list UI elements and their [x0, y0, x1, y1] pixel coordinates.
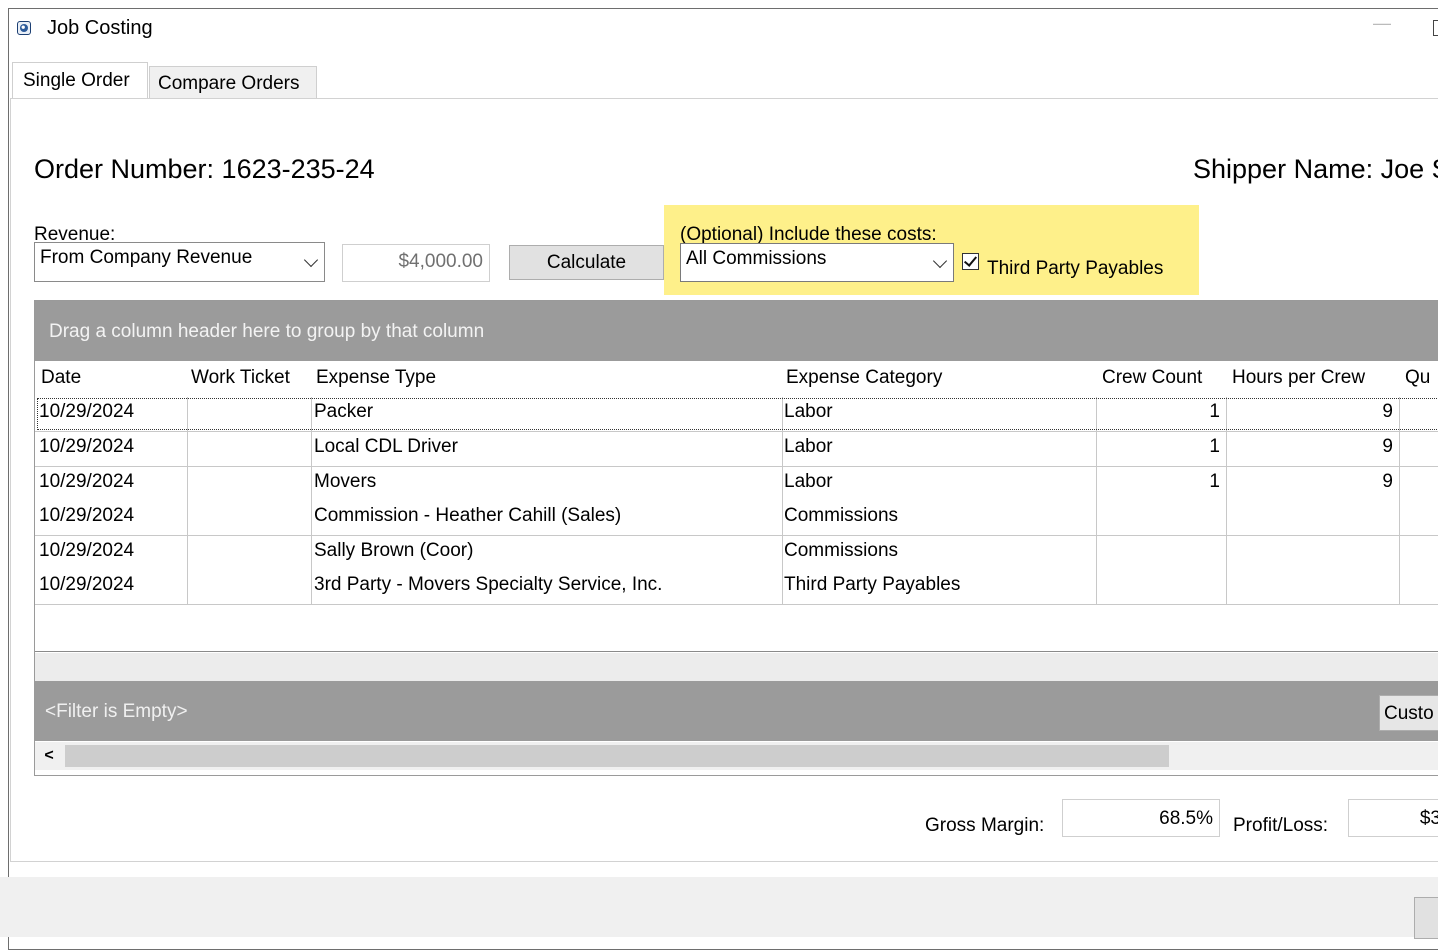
title-bar: Job Costing — [9, 9, 1438, 47]
cell-expense-type: Commission - Heather Cahill (Sales) [314, 505, 622, 526]
column-divider [1226, 397, 1227, 605]
cell-work-ticket [187, 501, 310, 535]
chevron-down-icon [932, 253, 948, 269]
table-row[interactable]: 10/29/2024 Local CDL Driver Labor 1 9 [35, 432, 1438, 467]
grid-divider [35, 651, 1438, 652]
cell-date: 10/29/2024 [39, 574, 135, 595]
revenue-source-dropdown[interactable]: From Company Revenue [34, 242, 325, 282]
column-header-work-ticket[interactable]: Work Ticket [191, 367, 290, 389]
cell-expense-type: 3rd Party - Movers Specialty Service, In… [314, 574, 663, 595]
cell-crew-count [1096, 570, 1226, 604]
cell-date: 10/29/2024 [39, 401, 135, 422]
group-by-panel[interactable]: Drag a column header here to group by th… [35, 301, 1438, 361]
cell-hours-per-crew: 9 [1382, 401, 1393, 422]
cell-hours-per-crew [1226, 536, 1399, 570]
cell-work-ticket [187, 570, 310, 604]
commissions-dropdown[interactable]: All Commissions [680, 243, 954, 282]
cell-expense-type: Sally Brown (Coor) [314, 540, 474, 561]
horizontal-scrollbar[interactable]: < [35, 742, 1438, 770]
cell-date: 10/29/2024 [39, 471, 135, 492]
calculate-button[interactable]: Calculate [509, 245, 664, 280]
cell-expense-category: Labor [784, 436, 833, 457]
cell-hours-per-crew: 9 [1382, 436, 1393, 457]
cell-expense-type: Local CDL Driver [314, 436, 458, 457]
cell-hours-per-crew: 9 [1382, 471, 1393, 492]
cell-date: 10/29/2024 [39, 540, 135, 561]
cell-expense-category: Third Party Payables [784, 574, 961, 595]
cell-expense-category: Labor [784, 401, 833, 422]
column-header-hours-per-crew[interactable]: Hours per Crew [1232, 367, 1365, 389]
cell-date: 10/29/2024 [39, 436, 135, 457]
order-number: Order Number: 1623-235-24 [34, 154, 375, 184]
cell-work-ticket [187, 467, 310, 501]
cell-date: 10/29/2024 [39, 505, 135, 526]
column-header-quantity[interactable]: Qu [1405, 367, 1430, 389]
shipper-name: Shipper Name: Joe S [1193, 154, 1438, 184]
tab-single-order[interactable]: Single Order [12, 62, 148, 102]
table-row[interactable]: 10/29/2024 3rd Party - Movers Specialty … [35, 570, 1438, 605]
profit-loss-label: Profit/Loss: [1233, 815, 1329, 836]
column-divider [1399, 397, 1400, 605]
app-icon [17, 21, 31, 35]
column-header-crew-count[interactable]: Crew Count [1102, 367, 1202, 389]
column-divider [187, 397, 188, 605]
table-row[interactable]: 10/29/2024 Packer Labor 1 9 [35, 397, 1438, 432]
grid-header-row: Date Work Ticket Expense Type Expense Ca… [35, 361, 1438, 398]
column-header-expense-type[interactable]: Expense Type [316, 367, 436, 389]
cell-work-ticket [187, 397, 310, 431]
customize-button[interactable]: Custo [1379, 695, 1438, 731]
third-party-payables-label[interactable]: Third Party Payables [987, 258, 1163, 280]
third-party-payables-checkbox[interactable] [962, 253, 979, 270]
scrollbar-thumb[interactable] [65, 745, 1169, 767]
cell-crew-count: 1 [1209, 436, 1220, 457]
cell-expense-type: Packer [314, 401, 374, 422]
column-divider [311, 397, 312, 605]
cell-expense-category: Commissions [784, 540, 899, 561]
cell-expense-type: Movers [314, 471, 377, 492]
minimize-icon[interactable]: — [1373, 13, 1391, 34]
column-header-expense-category[interactable]: Expense Category [786, 367, 942, 389]
profit-loss-field: $3 [1348, 799, 1438, 837]
commissions-value: All Commissions [686, 248, 827, 269]
gross-margin-label: Gross Margin: [925, 815, 1045, 836]
scroll-left-arrow-icon[interactable]: < [37, 744, 61, 768]
window-title: Job Costing [47, 17, 153, 39]
cell-crew-count [1096, 536, 1226, 570]
footer-band [35, 653, 1438, 681]
cell-crew-count: 1 [1209, 471, 1220, 492]
revenue-amount-field[interactable]: $4,000.00 [342, 244, 490, 282]
tab-compare-orders[interactable]: Compare Orders [149, 66, 317, 100]
column-header-date[interactable]: Date [41, 367, 81, 389]
cell-expense-category: Labor [784, 471, 833, 492]
cell-crew-count [1096, 501, 1226, 535]
window-footer [0, 877, 1438, 939]
cell-hours-per-crew [1226, 501, 1399, 535]
column-divider [1096, 397, 1097, 605]
gross-margin-field: 68.5% [1062, 799, 1220, 837]
filter-panel: <Filter is Empty> Custo [35, 681, 1438, 741]
maximize-icon[interactable] [1433, 20, 1438, 36]
revenue-source-value: From Company Revenue [40, 247, 253, 268]
cell-work-ticket [187, 432, 310, 466]
column-divider [782, 397, 783, 605]
cell-crew-count: 1 [1209, 401, 1220, 422]
filter-status[interactable]: <Filter is Empty> [45, 701, 188, 723]
cell-work-ticket [187, 536, 310, 570]
cell-hours-per-crew [1226, 570, 1399, 604]
cell-expense-category: Commissions [784, 505, 899, 526]
footer-button[interactable] [1414, 897, 1438, 939]
table-row[interactable]: 10/29/2024 Sally Brown (Coor) Commission… [35, 536, 1438, 571]
table-row[interactable]: 10/29/2024 Movers Labor 1 9 [35, 467, 1438, 502]
table-row[interactable]: 10/29/2024 Commission - Heather Cahill (… [35, 501, 1438, 536]
expense-grid: Drag a column header here to group by th… [34, 300, 1438, 776]
chevron-down-icon [303, 252, 319, 268]
